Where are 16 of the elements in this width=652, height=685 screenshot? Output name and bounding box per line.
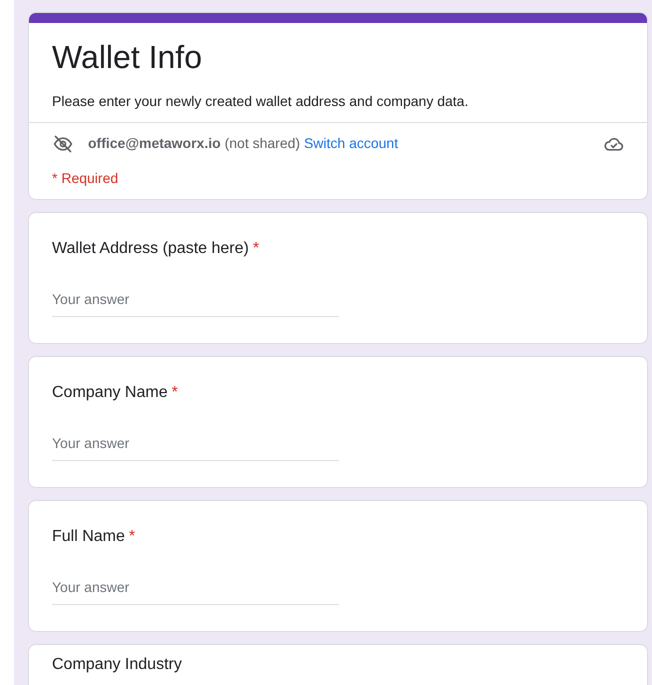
form-title: Wallet Info xyxy=(52,38,203,77)
form-description: Please enter your newly created wallet address and company data. xyxy=(52,92,470,111)
required-asterisk: * xyxy=(128,527,136,547)
switch-account-link[interactable]: Switch account xyxy=(304,135,398,151)
account-line: office@metaworx.io (not shared) Switch account xyxy=(88,134,398,153)
answer-field[interactable]: Your answer xyxy=(52,433,339,461)
answer-field[interactable]: Your answer xyxy=(52,289,339,317)
question-label: Wallet Address (paste here) xyxy=(52,239,249,259)
required-asterisk: * xyxy=(172,383,178,403)
question-label: Company Name xyxy=(52,383,168,403)
answer-field[interactable]: Your answer xyxy=(52,577,339,605)
question-label: Full Name xyxy=(52,527,125,547)
required-note: * Required xyxy=(52,169,120,188)
question-label: Company Industry xyxy=(52,655,182,675)
required-asterisk: * xyxy=(252,239,260,259)
eye-off-icon xyxy=(52,134,74,154)
